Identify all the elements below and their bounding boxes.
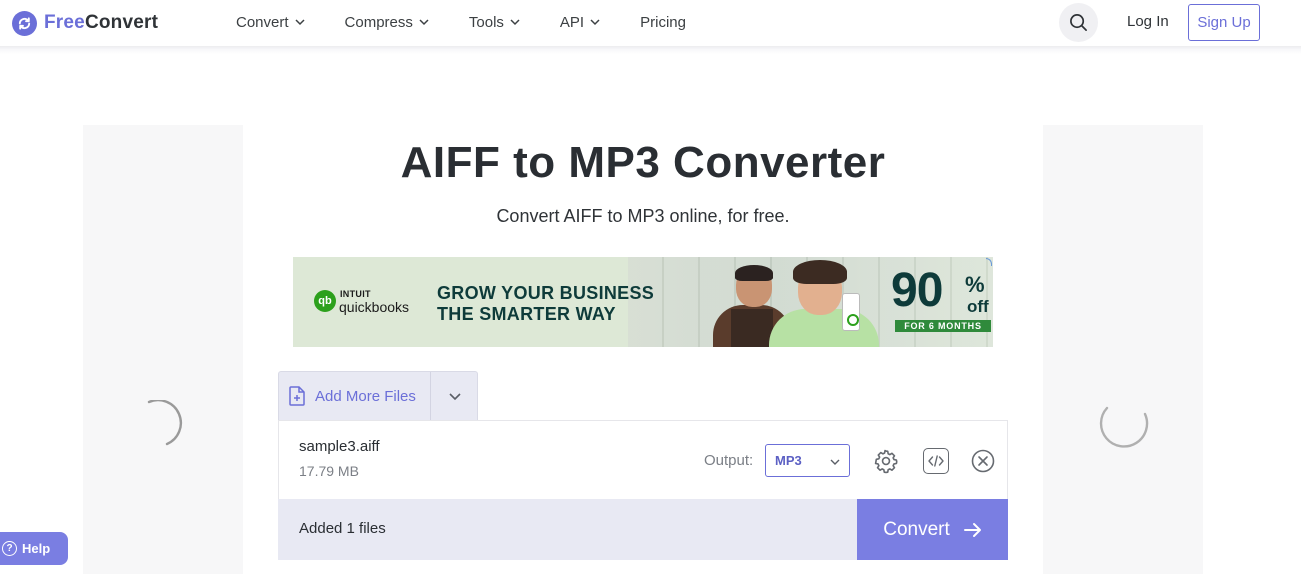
refresh-icon: [12, 10, 37, 36]
signup-button[interactable]: Sign Up: [1188, 4, 1260, 41]
side-ad-left: [83, 125, 243, 574]
search-button[interactable]: [1059, 3, 1098, 42]
main-nav: Convert Compress Tools API Pricing: [236, 0, 725, 44]
added-files-status: Added 1 files: [299, 520, 386, 537]
add-more-files-button[interactable]: Add More Files: [279, 372, 430, 420]
add-files-dropdown[interactable]: [431, 372, 478, 420]
output-format-value: MP3: [775, 453, 802, 468]
help-label: Help: [22, 541, 51, 556]
file-name: sample3.aiff: [299, 438, 380, 455]
ad-percent-sign: %: [965, 272, 985, 297]
side-ad-right: [1043, 125, 1203, 574]
loading-spinner-icon: [147, 400, 183, 446]
ad-brand-name: quickbooks: [339, 299, 410, 315]
add-more-files-label: Add More Files: [315, 387, 416, 405]
nav-pricing-label: Pricing: [640, 13, 686, 31]
phone-image: [842, 293, 860, 331]
arrow-right-icon: [963, 522, 981, 537]
logo-text: FreeConvert: [44, 12, 159, 33]
code-icon: [928, 455, 944, 467]
ad-brand-small: INTUIT: [340, 289, 371, 299]
quickbooks-logo-icon: qb: [314, 290, 336, 312]
logo[interactable]: FreeConvert: [12, 10, 158, 36]
search-icon: [1070, 14, 1087, 31]
page-title: AIFF to MP3 Converter: [400, 138, 886, 187]
chevron-down-icon: [830, 459, 840, 465]
add-file-icon: [289, 386, 305, 406]
help-button[interactable]: ? Help: [0, 532, 68, 565]
gear-icon[interactable]: [873, 448, 899, 474]
chevron-down-icon: [448, 393, 461, 401]
output-label: Output:: [704, 452, 754, 469]
add-files-bar: Add More Files: [278, 371, 478, 420]
ad-band: FOR 6 MONTHS: [895, 320, 991, 332]
embed-code-button[interactable]: [923, 448, 949, 474]
convert-button-label: Convert: [883, 518, 950, 540]
convert-bar: Added 1 files Convert: [278, 499, 1008, 560]
convert-button[interactable]: Convert: [857, 499, 1008, 560]
question-icon: ?: [2, 541, 17, 556]
output-format-select[interactable]: MP3: [765, 444, 850, 477]
nav-convert-label: Convert: [236, 13, 289, 31]
remove-file-icon[interactable]: [971, 449, 995, 473]
nav-pricing[interactable]: Pricing: [640, 14, 686, 31]
nav-api[interactable]: API: [560, 14, 601, 31]
loading-spinner-icon: [1099, 406, 1149, 448]
file-row: sample3.aiff 17.79 MB Output: MP3: [278, 420, 1008, 500]
ad-headline-1: GROW YOUR BUSINESS: [437, 283, 655, 303]
ad-percent: 90: [891, 264, 943, 317]
nav-convert[interactable]: Convert: [236, 14, 306, 31]
nav-api-label: API: [559, 13, 585, 31]
nav-compress-label: Compress: [344, 13, 413, 31]
page-subtitle: Convert AIFF to MP3 online, for free.: [496, 206, 790, 226]
chevron-down-icon: [295, 19, 305, 26]
ad-off: off: [967, 297, 989, 316]
nav-compress[interactable]: Compress: [345, 14, 430, 31]
chevron-down-icon: [590, 19, 600, 26]
nav-tools[interactable]: Tools: [469, 14, 521, 31]
top-header: FreeConvert Convert Compress Tools API P…: [0, 0, 1301, 46]
chevron-down-icon: [419, 19, 429, 26]
nav-tools-label: Tools: [468, 13, 504, 31]
file-size: 17.79 MB: [299, 463, 359, 479]
chevron-down-icon: [510, 19, 520, 26]
login-link[interactable]: Log In: [1127, 13, 1169, 30]
header-divider: [0, 46, 1301, 54]
ad-banner[interactable]: qb INTUIT quickbooks GROW YOUR BUSINESS …: [293, 257, 993, 347]
ad-headline-2: THE SMARTER WAY: [437, 304, 616, 324]
